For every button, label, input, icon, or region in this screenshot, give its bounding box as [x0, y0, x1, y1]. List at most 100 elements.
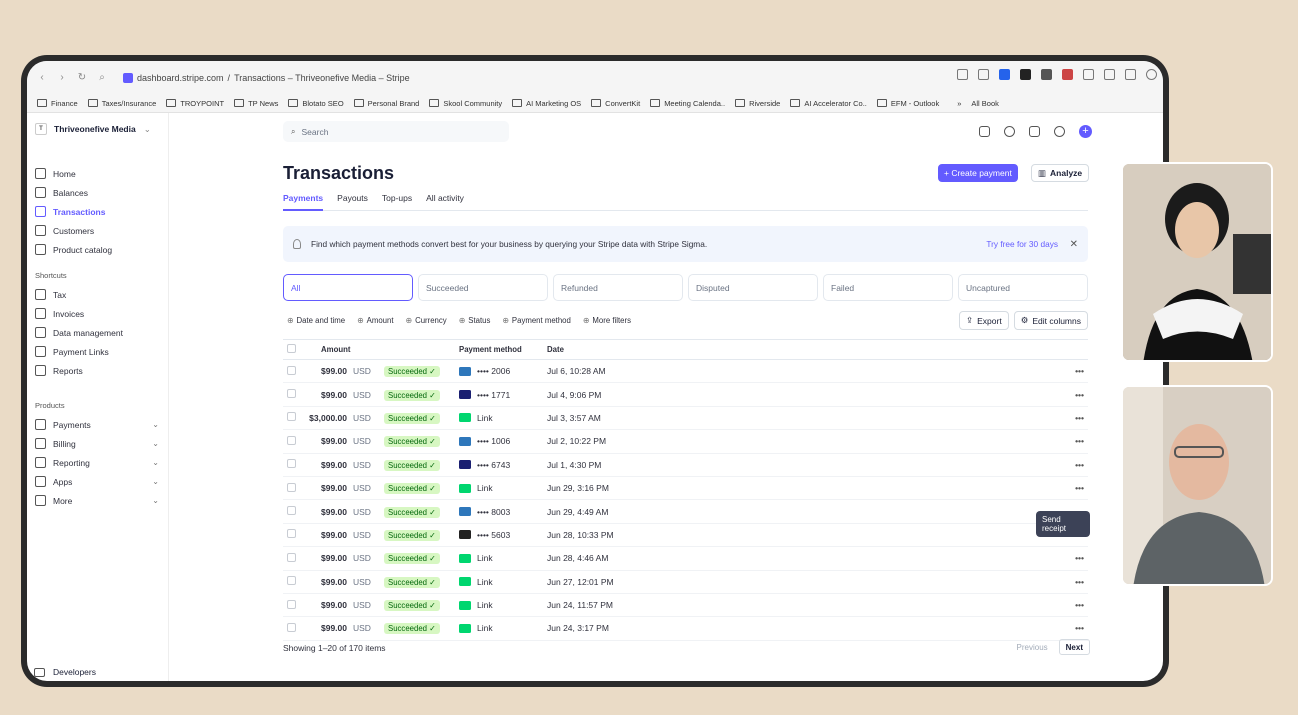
settings-icon[interactable]	[1054, 126, 1065, 137]
sidebar-item-reporting[interactable]: Reporting ⌄	[33, 453, 159, 472]
row-more-icon[interactable]: •••	[987, 382, 1088, 407]
apps-icon[interactable]	[979, 126, 990, 137]
row-checkbox[interactable]	[287, 576, 296, 586]
bookmark-item[interactable]: EFM - Outlook	[867, 99, 939, 108]
row-more-icon[interactable]: •••	[987, 593, 1088, 618]
row-checkbox[interactable]	[287, 482, 296, 492]
filter-disputed[interactable]: Disputed	[688, 274, 818, 301]
developers-link[interactable]: Developers	[34, 667, 96, 677]
row-checkbox[interactable]	[287, 459, 296, 469]
filter-chip[interactable]: Amount	[357, 316, 394, 325]
filter-chip[interactable]: More filters	[583, 316, 631, 325]
previous-button[interactable]: Previous	[1011, 639, 1054, 655]
bookmark-item[interactable]: Meeting Calenda..	[640, 99, 725, 108]
settings-icon[interactable]	[1125, 69, 1136, 80]
table-row[interactable]: $99.00 USD Succeeded ✓ •••• 1006 Jul 2, 10:2…	[283, 429, 1088, 454]
filter-succeeded[interactable]: Succeeded	[418, 274, 548, 301]
forward-icon[interactable]: ›	[55, 72, 69, 83]
sidebar-item-payment-links[interactable]: Payment Links	[33, 342, 159, 361]
sidebar-item-tax[interactable]: Tax	[33, 285, 159, 304]
row-more-icon[interactable]: •••	[987, 406, 1088, 431]
table-row[interactable]: $99.00 USD Succeeded ✓ •••• 2006 Jul 6, 10:2…	[283, 359, 1088, 384]
account-switcher[interactable]: T Thriveonefive Media ⌄	[35, 123, 151, 135]
sidebar-item-more[interactable]: More ⌄	[33, 491, 159, 510]
bookmark-item[interactable]: TP News	[224, 99, 278, 108]
filter-chip[interactable]: Date and time	[287, 316, 346, 325]
sidebar-item-customers[interactable]: Customers	[33, 221, 159, 240]
create-plus-icon[interactable]: +	[1079, 125, 1092, 138]
help-icon[interactable]	[1004, 126, 1015, 137]
sidebar-item-transactions[interactable]: Transactions	[33, 202, 159, 221]
row-checkbox[interactable]	[287, 552, 296, 562]
sidebar-item-product-catalog[interactable]: Product catalog	[33, 240, 159, 259]
notifications-icon[interactable]	[1029, 126, 1040, 137]
star-icon[interactable]	[957, 69, 968, 80]
row-more-icon[interactable]: •••	[987, 453, 1088, 477]
tab-top-ups[interactable]: Top-ups	[382, 193, 412, 211]
table-row[interactable]: $99.00 USD Succeeded ✓ •••• 8003 Jun 29, 4:4…	[283, 499, 1088, 524]
table-row[interactable]: $99.00 USD Succeeded ✓ •••• 1771 Jul 4, 9:06…	[283, 382, 1088, 407]
table-row[interactable]: $99.00 USD Succeeded ✓ •••• 5603 Jun 28, 10:…	[283, 523, 1088, 548]
bookmark-item[interactable]: AI Marketing OS	[502, 99, 581, 108]
extension-icon[interactable]	[1041, 69, 1052, 80]
row-checkbox[interactable]	[287, 435, 296, 445]
sidebar-item-billing[interactable]: Billing ⌄	[33, 434, 159, 453]
extension-icon[interactable]	[1020, 69, 1031, 80]
more-bookmarks[interactable]: »	[939, 99, 961, 108]
row-checkbox[interactable]	[287, 389, 296, 399]
puzzle-icon[interactable]	[1083, 69, 1094, 80]
sidebar-item-apps[interactable]: Apps ⌄	[33, 472, 159, 491]
sidebar-item-reports[interactable]: Reports	[33, 361, 159, 380]
bookmark-item[interactable]: Taxes/Insurance	[78, 99, 156, 108]
back-icon[interactable]: ‹	[35, 72, 49, 83]
table-row[interactable]: $99.00 USD Succeeded ✓ •••• 6743 Jul 1, 4:30…	[283, 453, 1088, 477]
row-more-icon[interactable]: •••	[987, 570, 1088, 594]
date-header[interactable]: Date	[547, 339, 987, 360]
analyze-button[interactable]: ▥ Analyze	[1031, 164, 1090, 182]
row-more-icon[interactable]: •••	[987, 429, 1088, 454]
filter-failed[interactable]: Failed	[823, 274, 953, 301]
table-row[interactable]: $99.00 USD Succeeded ✓ Link Jun 29, 3:16 PM •…	[283, 476, 1088, 501]
sidebar-item-data-management[interactable]: Data management	[33, 323, 159, 342]
row-checkbox[interactable]	[287, 599, 296, 609]
bookmark-item[interactable]: Blotato SEO	[278, 99, 344, 108]
row-more-icon[interactable]: •••	[987, 476, 1088, 501]
table-row[interactable]: $99.00 USD Succeeded ✓ Link Jun 28, 4:46 AM •…	[283, 546, 1088, 571]
extension-icon[interactable]	[999, 69, 1010, 80]
bookmark-item[interactable]: Riverside	[725, 99, 780, 108]
table-row[interactable]: $99.00 USD Succeeded ✓ Link Jun 24, 11:57 PM…	[283, 593, 1088, 618]
row-more-icon[interactable]: •••	[987, 359, 1088, 384]
filter-refunded[interactable]: Refunded	[553, 274, 683, 301]
search-input[interactable]: ⌕ Search	[283, 121, 509, 142]
bookmark-item[interactable]: ConvertKit	[581, 99, 640, 108]
url-text[interactable]: dashboard.stripe.com	[137, 73, 224, 83]
row-more-icon[interactable]: •••	[987, 546, 1088, 571]
table-row[interactable]: $3,000.00 USD Succeeded ✓ Link Jul 3, 3:57 A…	[283, 406, 1088, 431]
filter-uncaptured[interactable]: Uncaptured	[958, 274, 1088, 301]
mic-icon[interactable]: ⌕	[95, 72, 109, 83]
sidebar-item-balances[interactable]: Balances	[33, 183, 159, 202]
bookmark-item[interactable]: Skool Community	[419, 99, 502, 108]
filter-all[interactable]: All	[283, 274, 413, 301]
sidebar-item-invoices[interactable]: Invoices	[33, 304, 159, 323]
table-row[interactable]: $99.00 USD Succeeded ✓ Link Jun 27, 12:01 PM…	[283, 570, 1088, 594]
share-icon[interactable]	[978, 69, 989, 80]
create-payment-button[interactable]: + Create payment	[938, 164, 1018, 182]
tab-payments[interactable]: Payments	[283, 193, 324, 211]
row-checkbox[interactable]	[287, 529, 296, 539]
menu-icon[interactable]	[1104, 69, 1115, 80]
address-bar[interactable]: ‹ › ↻ ⌕ dashboard.stripe.com / Transacti…	[27, 61, 1163, 94]
table-row[interactable]: $99.00 USD Succeeded ✓ Link Jun 24, 3:17 PM •…	[283, 616, 1088, 641]
row-checkbox[interactable]	[287, 506, 296, 516]
bookmark-item[interactable]: Personal Brand	[344, 99, 419, 108]
close-icon[interactable]: ✕	[1070, 239, 1078, 250]
export-button[interactable]: ⇪ Export	[959, 311, 1009, 330]
edit-columns-button[interactable]: ⚙ Edit columns	[1013, 311, 1088, 330]
row-checkbox[interactable]	[287, 412, 296, 422]
extension-icon[interactable]	[1062, 69, 1073, 80]
filter-chip[interactable]: Payment method	[502, 316, 571, 325]
reload-icon[interactable]: ↻	[75, 72, 89, 83]
select-all-checkbox[interactable]	[287, 344, 296, 353]
row-checkbox[interactable]	[287, 365, 296, 375]
method-header[interactable]: Payment method	[459, 339, 547, 360]
